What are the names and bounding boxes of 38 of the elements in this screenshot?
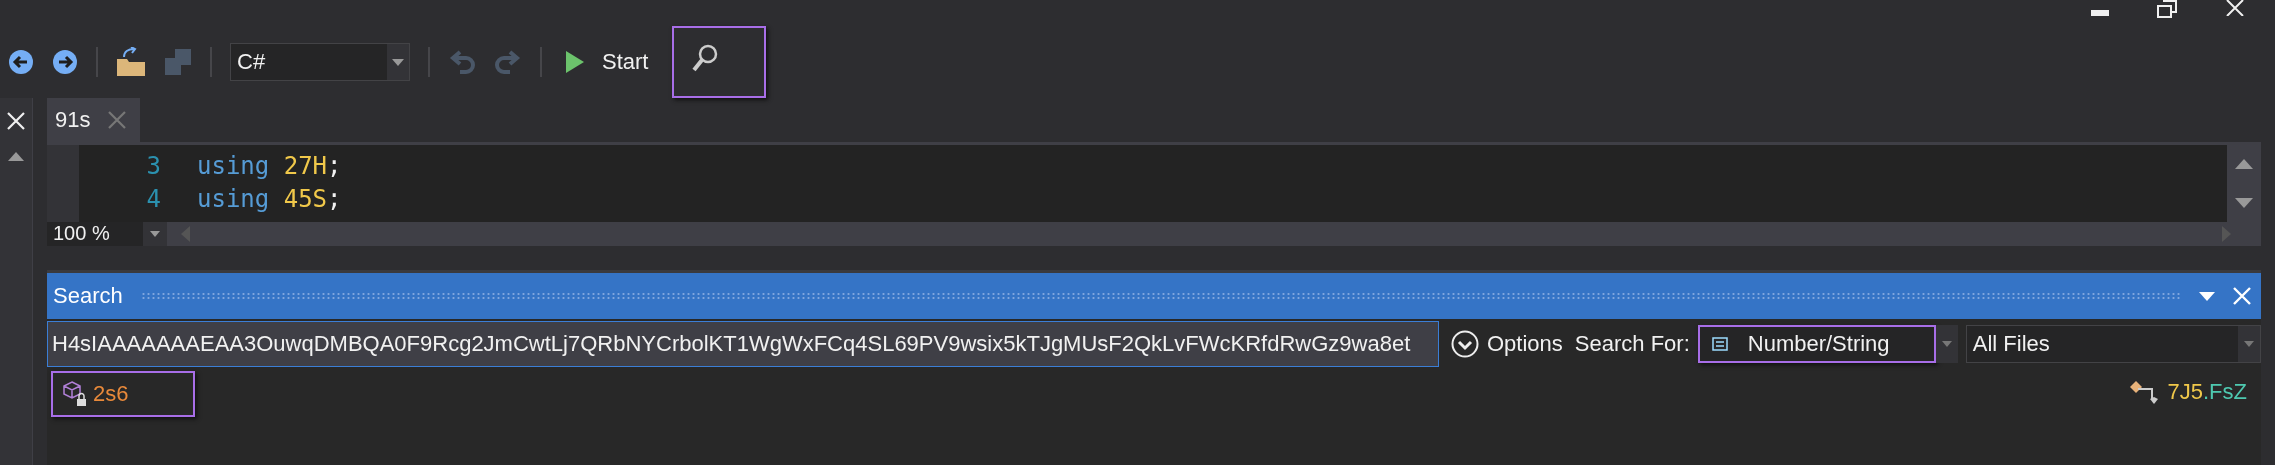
redo-icon[interactable]: [494, 48, 522, 76]
code-line: using 27H;: [197, 151, 342, 180]
line-number: 4: [145, 184, 162, 213]
document-icon: [1711, 337, 1728, 351]
open-folder-icon[interactable]: [116, 47, 146, 77]
scroll-up-icon[interactable]: [8, 152, 24, 161]
forward-icon[interactable]: [52, 49, 78, 75]
undo-icon[interactable]: [448, 48, 476, 76]
scope-dropdown[interactable]: All Files: [1965, 325, 2261, 363]
scroll-down-icon[interactable]: [2235, 197, 2253, 208]
dropdown-arrow-icon[interactable]: [2199, 291, 2215, 301]
save-all-icon[interactable]: [164, 48, 192, 76]
vertical-scrollbar[interactable]: [2227, 145, 2261, 222]
start-button[interactable]: Start: [560, 49, 655, 75]
search-icon: [692, 44, 719, 72]
location-text: 7J5.FsZ: [2167, 379, 2247, 405]
panel-title: Search: [53, 283, 123, 309]
search-field[interactable]: H4sIAAAAAAAEAA3OuwqDMBQA0F9Rcg2JmCwtLj7QRbNYCrbolKT1WgWxFCq4SL69PV9wsix5kTJgMUsF2QkLvFWcKRfdRwGz9wa8et: [47, 321, 1439, 367]
dropdown-arrow-icon: [2244, 341, 2254, 347]
line-number: 3: [145, 151, 162, 180]
expand-icon: [1451, 330, 1479, 358]
play-icon: [566, 51, 584, 73]
dropdown-arrow-icon: [150, 231, 160, 237]
locked-cube-icon: [63, 381, 87, 407]
scroll-up-icon[interactable]: [2235, 159, 2253, 170]
restore-icon[interactable]: [2157, 0, 2177, 18]
search-for-label: Search For:: [1574, 331, 1690, 357]
dropdown-arrow-icon[interactable]: [1941, 341, 1952, 347]
result-item[interactable]: 2s6: [51, 371, 195, 417]
search-type-dropdown[interactable]: Number/String: [1697, 325, 1936, 363]
zoom-dropdown[interactable]: 100 %: [47, 222, 167, 246]
options-button[interactable]: Options: [1447, 330, 1567, 358]
document-tab[interactable]: 91s: [47, 98, 141, 142]
back-icon[interactable]: [8, 49, 34, 75]
search-button[interactable]: [672, 26, 767, 98]
dropdown-arrow-icon: [392, 58, 404, 66]
code-line: using 45S;: [197, 184, 342, 213]
language-dropdown[interactable]: C#: [230, 43, 410, 81]
